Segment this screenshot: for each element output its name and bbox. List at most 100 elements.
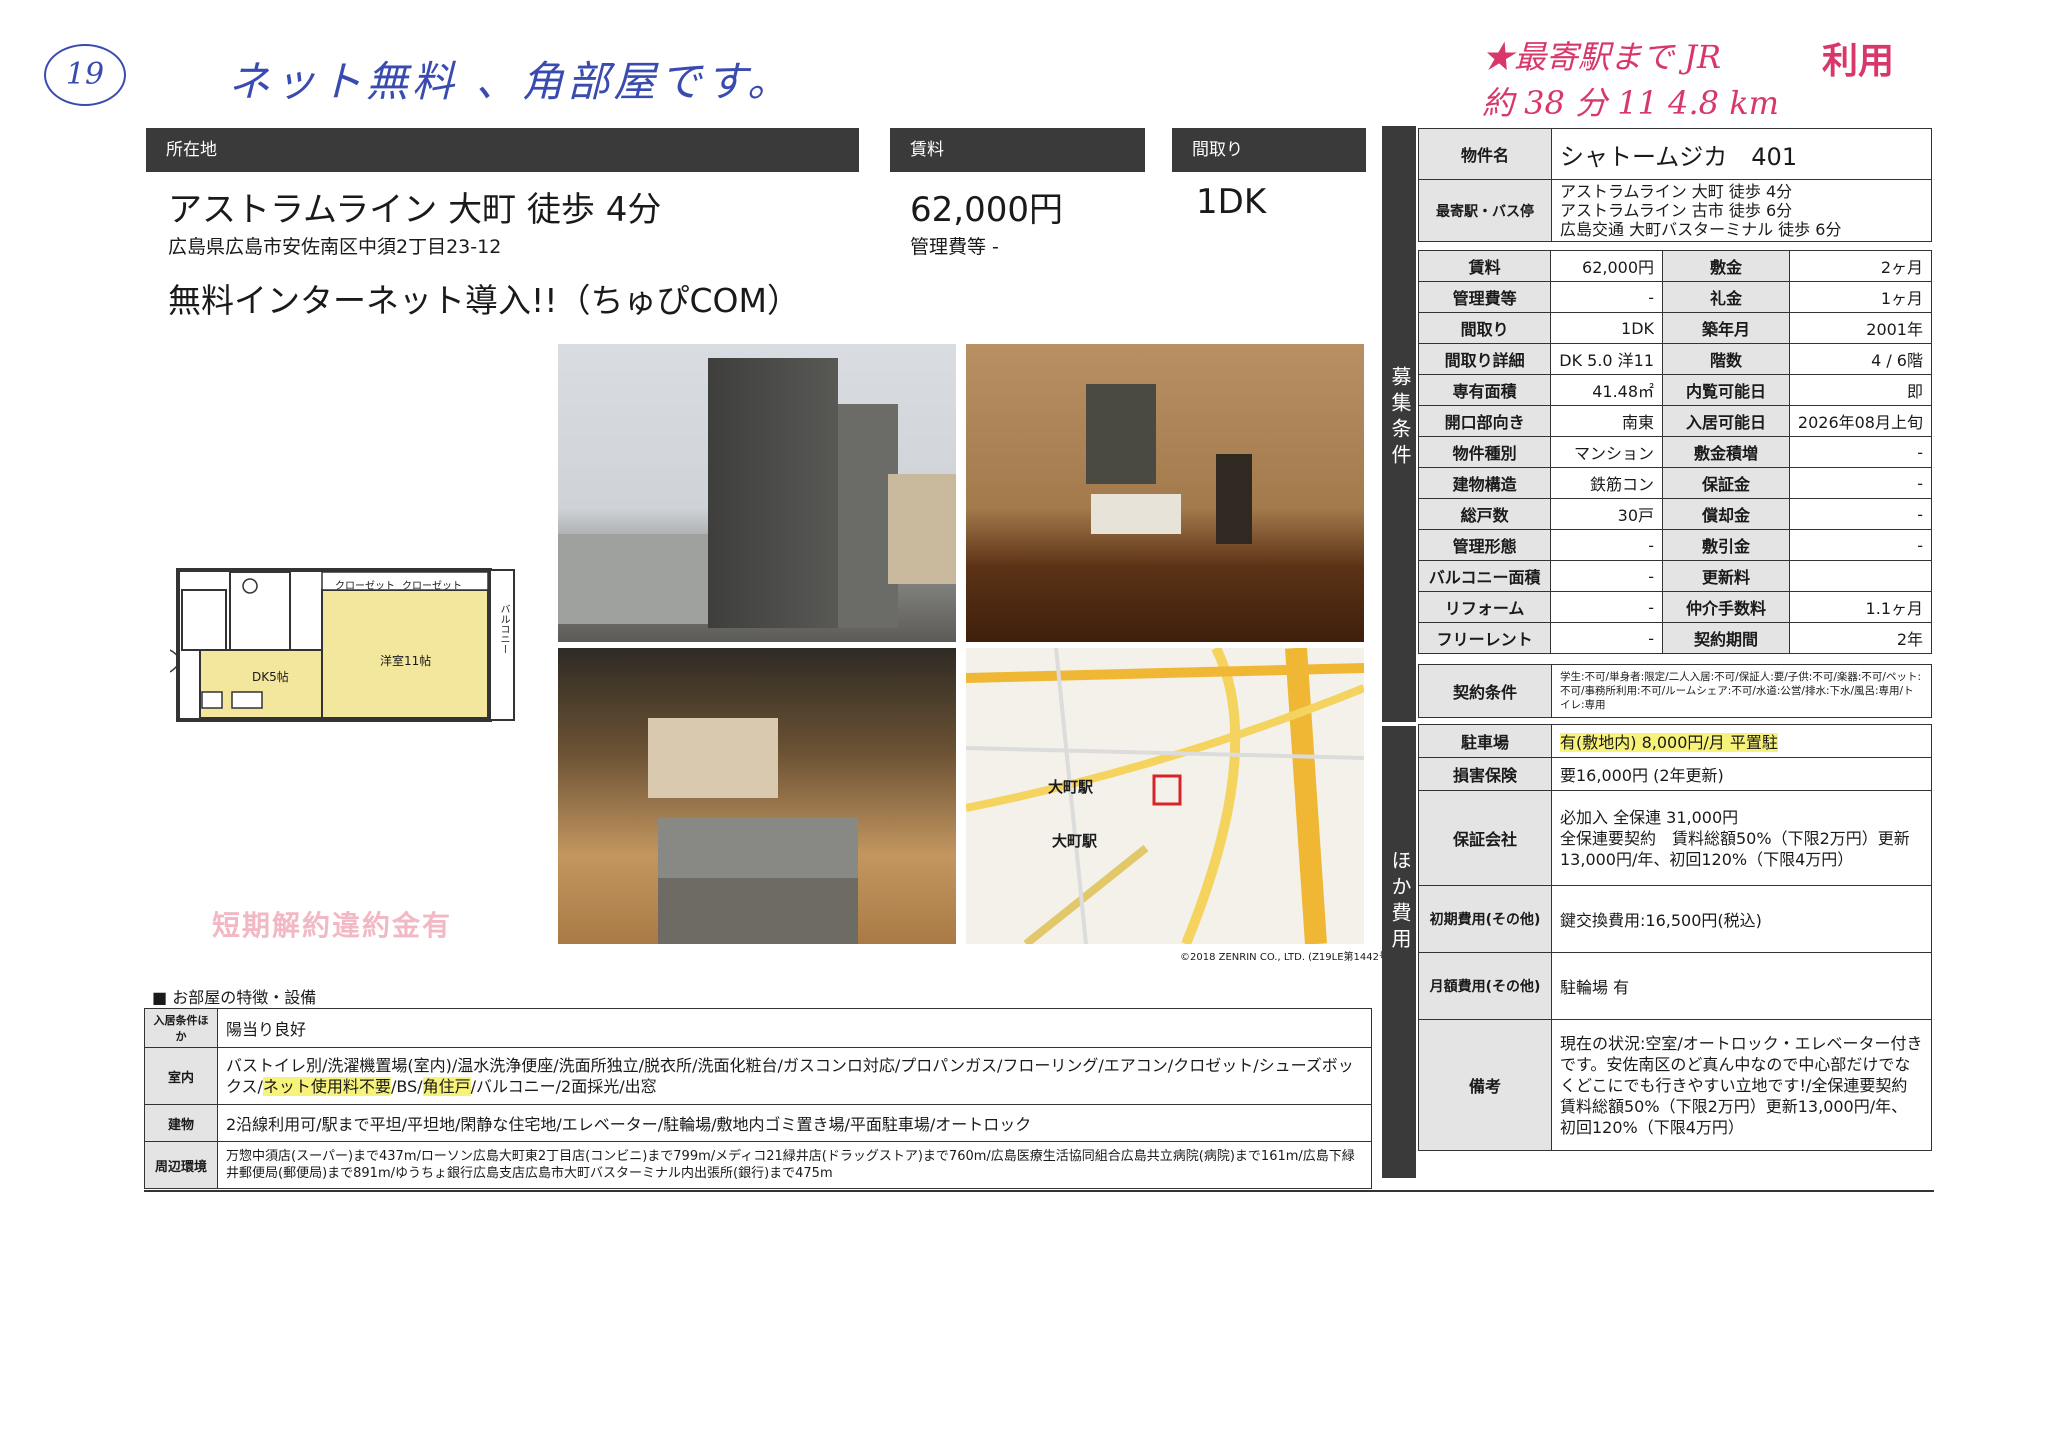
- condition-label: 間取り: [1417, 312, 1552, 344]
- floorplan-closet-label-2: クローゼット: [402, 581, 462, 592]
- feature-text-surroundings: 万惣中須店(スーパー)まで437m/ローソン広島大町東2丁目店(コンビニ)まで7…: [217, 1141, 1372, 1189]
- condition-label: 仲介手数料: [1662, 591, 1790, 623]
- condition-row: リフォーム - 仲介手数料 1.1ヶ月: [1417, 591, 1933, 623]
- net-free-highlight: ネット使用料不要: [262, 1077, 391, 1096]
- condition-row: 総戸数 30戸 償却金 -: [1417, 498, 1933, 530]
- condition-label: 敷金積増: [1662, 436, 1790, 468]
- fee-value-initial: 鍵交換費用:16,500円(税込): [1551, 885, 1932, 953]
- feature-text-conditions: 陽当り良好: [217, 1008, 1372, 1048]
- condition-value: 1ヶ月: [1788, 281, 1933, 313]
- property-table: 物件名 シャトームジカ 401 最寄駅・バス停 アストラムライン 大町 徒歩 4…: [1418, 128, 1932, 242]
- conditions-body: 賃料 62,000円 敷金 2ヶ月 管理費等 - 礼金 1ヶ月 間取り 1DK 築年月 2001年 間取…: [1417, 250, 1933, 654]
- fee-label-insurance: 損害保険: [1418, 757, 1552, 791]
- feature-text-building: 2沿線利用可/駅まで平坦/平坦地/閑静な住宅地/エレベーター/駐輪場/敷地内ゴミ…: [217, 1104, 1372, 1142]
- condition-value: -: [1550, 560, 1664, 592]
- fee-label-remarks: 備考: [1418, 1019, 1552, 1151]
- stations: アストラムライン 大町 徒歩 4分 アストラムライン 古市 徒歩 6分 広島交通…: [1551, 179, 1932, 242]
- station-label: 最寄駅・バス停: [1418, 179, 1552, 242]
- condition-value: 41.48㎡: [1550, 374, 1664, 406]
- conditions-title: 募集条件: [1388, 366, 1412, 470]
- condition-value: 即: [1788, 374, 1933, 406]
- condition-row: 管理費等 - 礼金 1ヶ月: [1417, 281, 1933, 313]
- condition-label: 保証金: [1662, 467, 1790, 499]
- contract-text: 学生:不可/単身者:限定/二人入居:不可/保証人:要/子供:不可/楽器:不可/ペ…: [1551, 664, 1932, 718]
- other-fees-title: ほか費用: [1388, 850, 1412, 954]
- other-fees-side-bar: ほか費用: [1382, 726, 1416, 1178]
- stamp-station-line2: 約 38 分 11 4.8 km: [1482, 84, 1779, 122]
- floorplan-yoshitsu-label: 洋室11帖: [380, 654, 432, 668]
- feature-label-interior: 室内: [144, 1047, 218, 1105]
- condition-label: 内覧可能日: [1662, 374, 1790, 406]
- condition-value: 4 / 6階: [1788, 343, 1933, 375]
- property-name-label: 物件名: [1418, 128, 1552, 180]
- floorplan-closet-label-1: クローゼット: [335, 581, 395, 592]
- fee-value-remarks: 現在の状況:空室/オートロック・エレベーター付きです。安佐南区のど真ん中なので中…: [1551, 1019, 1932, 1151]
- condition-value: 2001年: [1788, 312, 1933, 344]
- management-fee: 管理費等 -: [910, 236, 999, 258]
- condition-label: 礼金: [1662, 281, 1790, 313]
- condition-value: [1788, 560, 1933, 592]
- condition-label: 専有面積: [1417, 374, 1552, 406]
- condition-label: フリーレント: [1417, 622, 1552, 654]
- condition-value: 1.1ヶ月: [1788, 591, 1933, 623]
- interior-room-photo: [966, 344, 1364, 642]
- interior-text-b: /BS/: [390, 1077, 423, 1096]
- condition-row: 間取り詳細 DK 5.0 洋11 階数 4 / 6階: [1417, 343, 1933, 375]
- condition-label: 敷引金: [1662, 529, 1790, 561]
- condition-value: 2026年08月上旬: [1788, 405, 1933, 437]
- condition-row: 物件種別 マンション 敷金積増 -: [1417, 436, 1933, 468]
- area-map: 大町駅 大町駅: [966, 648, 1364, 944]
- feature-text-interior: バストイレ別/洗濯機置場(室内)/温水洗浄便座/洗面所独立/脱衣所/洗面化粧台/…: [217, 1047, 1372, 1105]
- fee-label-parking: 駐車場: [1418, 724, 1552, 758]
- fee-value-insurance: 要16,000円 (2年更新): [1551, 757, 1932, 791]
- condition-value: -: [1550, 591, 1664, 623]
- condition-row: 建物構造 鉄筋コン 保証金 -: [1417, 467, 1933, 499]
- kitchen-photo: [558, 648, 956, 944]
- map-station-label-1: 大町駅: [1048, 778, 1094, 796]
- catch-copy: 無料インターネット導入!!（ちゅぴCOM）: [168, 281, 800, 320]
- station-2: アストラムライン 古市 徒歩 6分: [1560, 201, 1793, 220]
- layout-value: 1DK: [1196, 182, 1267, 222]
- condition-label: バルコニー面積: [1417, 560, 1552, 592]
- conditions-table: 賃料 62,000円 敷金 2ヶ月 管理費等 - 礼金 1ヶ月 間取り 1DK 築年月 2001年 間取…: [1417, 250, 1933, 654]
- handwritten-note: ネット無料 、角部屋です。: [228, 57, 794, 106]
- condition-label: 開口部向き: [1417, 405, 1552, 437]
- map-station-label-2: 大町駅: [1052, 832, 1098, 850]
- condition-value: 30戸: [1550, 498, 1664, 530]
- location-header: 所在地: [146, 128, 859, 172]
- penalty-stamp: 短期解約違約金有: [212, 909, 453, 942]
- bottom-rule: [144, 1190, 1934, 1192]
- fee-value-guarantor: 必加入 全保連 31,000円 全保連要契約 賃料総額50%（下限2万円）更新1…: [1551, 790, 1932, 886]
- parking-highlight: 有(敷地内) 8,000円/月 平置駐: [1560, 733, 1778, 752]
- contract-table: 契約条件 学生:不可/単身者:限定/二人入居:不可/保証人:要/子供:不可/楽器…: [1418, 664, 1932, 718]
- condition-value: -: [1788, 467, 1933, 499]
- condition-label: 物件種別: [1417, 436, 1552, 468]
- condition-row: 管理形態 - 敷引金 -: [1417, 529, 1933, 561]
- address: 広島県広島市安佐南区中須2丁目23-12: [168, 236, 502, 258]
- condition-row: 賃料 62,000円 敷金 2ヶ月: [1417, 250, 1933, 282]
- condition-value: 62,000円: [1550, 250, 1664, 282]
- condition-value: -: [1550, 281, 1664, 313]
- condition-row: 専有面積 41.48㎡ 内覧可能日即: [1417, 374, 1933, 406]
- condition-value: マンション: [1550, 436, 1664, 468]
- condition-value: 2年: [1788, 622, 1933, 654]
- condition-label: 管理形態: [1417, 529, 1552, 561]
- condition-value: -: [1788, 436, 1933, 468]
- condition-label: 更新料: [1662, 560, 1790, 592]
- condition-value: DK 5.0 洋11: [1550, 343, 1664, 375]
- conditions-side-bar: 募集条件: [1382, 126, 1416, 722]
- rent-header: 賃料: [890, 128, 1145, 172]
- fee-value-parking: 有(敷地内) 8,000円/月 平置駐: [1551, 724, 1932, 758]
- condition-label: 賃料: [1417, 250, 1552, 282]
- corner-unit-highlight: 角住戸: [422, 1077, 471, 1096]
- condition-label: 総戸数: [1417, 498, 1552, 530]
- map-copyright: ©2018 ZENRIN CO., LTD. (Z19LE第1442号): [1180, 952, 1393, 963]
- condition-value: 鉄筋コン: [1550, 467, 1664, 499]
- location-line: アストラムライン 大町 徒歩 4分: [168, 190, 662, 230]
- handwritten-circle-number: 19: [44, 44, 126, 106]
- building-exterior-photo: [558, 344, 956, 642]
- condition-row: 間取り 1DK 築年月 2001年: [1417, 312, 1933, 344]
- condition-value: 1DK: [1550, 312, 1664, 344]
- condition-value: -: [1788, 498, 1933, 530]
- condition-label: 築年月: [1662, 312, 1790, 344]
